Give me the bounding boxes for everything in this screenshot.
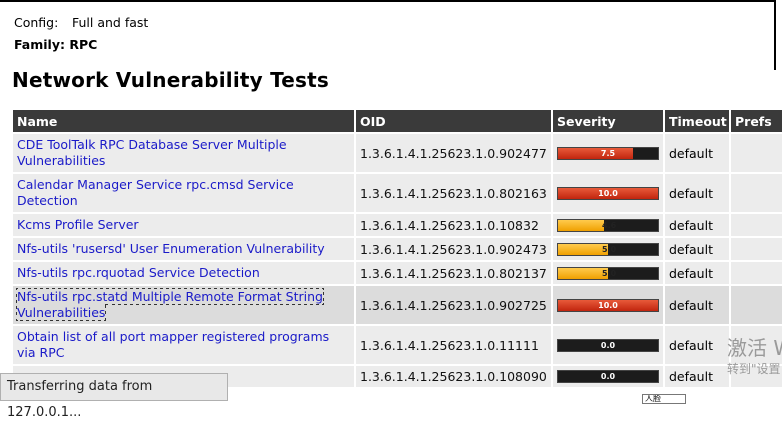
severity-cell: 4.6: [553, 214, 663, 236]
prefs-cell: [731, 174, 782, 212]
status-bar: Transferring data from 127.0.0.1...: [0, 373, 228, 420]
col-header-prefs[interactable]: Prefs: [731, 110, 782, 132]
severity-value: 5.0: [602, 268, 617, 278]
timeout-cell: default: [665, 214, 729, 236]
severity-cell: 10.0: [553, 286, 663, 324]
timeout-cell: default: [665, 262, 729, 284]
nvt-link[interactable]: CDE ToolTalk RPC Database Server Multipl…: [17, 137, 287, 168]
severity-bar: 5.0: [557, 242, 659, 256]
severity-cell: 5.0: [553, 238, 663, 260]
table-row: Obtain list of all port mapper registere…: [13, 326, 782, 364]
prefs-cell: [731, 262, 782, 284]
nvt-link[interactable]: Nfs-utils rpc.statd Multiple Remote Form…: [16, 288, 324, 321]
prefs-cell: [731, 286, 782, 324]
prefs-cell: [731, 214, 782, 236]
nvt-link[interactable]: Calendar Manager Service rpc.cmsd Servic…: [17, 177, 294, 208]
right-border: [774, 0, 776, 70]
table-row: CDE ToolTalk RPC Database Server Multipl…: [13, 134, 782, 172]
activation-watermark-sub: 转到"设置: [727, 362, 781, 376]
severity-bar: 10.0: [557, 186, 659, 200]
table-row: Kcms Profile Server 1.3.6.1.4.1.25623.1.…: [13, 214, 782, 236]
severity-cell: 5.0: [553, 262, 663, 284]
prefs-cell: [731, 134, 782, 172]
table-row: Nfs-utils rpc.rquotad Service Detection …: [13, 262, 782, 284]
severity-bar: 10.0: [557, 298, 659, 312]
activation-watermark: 激活 W: [727, 336, 782, 360]
nvt-name-cell: Nfs-utils rpc.statd Multiple Remote Form…: [13, 286, 354, 324]
timeout-cell: default: [665, 366, 729, 387]
nvt-link[interactable]: Nfs-utils 'rusersd' User Enumeration Vul…: [17, 241, 325, 256]
col-header-oid[interactable]: OID: [356, 110, 551, 132]
col-header-severity[interactable]: Severity: [553, 110, 663, 132]
nvt-name-cell: Obtain list of all port mapper registere…: [13, 326, 354, 364]
timeout-cell: default: [665, 326, 729, 364]
severity-value: 7.5: [600, 148, 616, 158]
col-header-timeout[interactable]: Timeout: [665, 110, 729, 132]
family-value: RPC: [69, 37, 98, 52]
timeout-cell: default: [665, 174, 729, 212]
severity-value: 10.0: [598, 300, 618, 310]
nvt-link[interactable]: Kcms Profile Server: [17, 217, 139, 232]
nvt-link[interactable]: Obtain list of all port mapper registere…: [17, 329, 329, 360]
prefs-cell: [731, 238, 782, 260]
severity-cell: 7.5: [553, 134, 663, 172]
oid-cell: 1.3.6.1.4.1.25623.1.0.10832: [356, 214, 551, 236]
nvt-name-cell: Nfs-utils rpc.rquotad Service Detection: [13, 262, 354, 284]
page-title: Network Vulnerability Tests: [12, 68, 329, 92]
oid-cell: 1.3.6.1.4.1.25623.1.0.902473: [356, 238, 551, 260]
severity-value: 10.0: [598, 188, 618, 198]
severity-bar: 0.0: [557, 370, 659, 383]
severity-bar: 5.0: [557, 266, 659, 280]
severity-cell: 10.0: [553, 174, 663, 212]
oid-cell: 1.3.6.1.4.1.25623.1.0.802163: [356, 174, 551, 212]
severity-value: 0.0: [600, 372, 616, 381]
oid-cell: 1.3.6.1.4.1.25623.1.0.802137: [356, 262, 551, 284]
config-label: Config:: [14, 15, 59, 30]
timeout-cell: default: [665, 238, 729, 260]
top-border: [0, 0, 774, 2]
table-header-row: Name OID Severity Timeout Prefs: [13, 110, 782, 132]
table-row: Calendar Manager Service rpc.cmsd Servic…: [13, 174, 782, 212]
severity-value: 0.0: [600, 340, 616, 350]
oid-cell: 1.3.6.1.4.1.25623.1.0.108090: [356, 366, 551, 387]
family-label: Family:: [14, 37, 65, 52]
severity-cell: 0.0: [553, 326, 663, 364]
severity-bar: 7.5: [557, 146, 659, 160]
nvt-name-cell: CDE ToolTalk RPC Database Server Multipl…: [13, 134, 354, 172]
timeout-cell: default: [665, 286, 729, 324]
tooltip-fragment: 人脸: [642, 394, 686, 404]
table-row: Nfs-utils rpc.statd Multiple Remote Form…: [13, 286, 782, 324]
oid-cell: 1.3.6.1.4.1.25623.1.0.902725: [356, 286, 551, 324]
nvt-name-cell: Calendar Manager Service rpc.cmsd Servic…: [13, 174, 354, 212]
family-line: Family: RPC: [14, 37, 97, 52]
severity-cell: 0.0: [553, 366, 663, 387]
severity-bar: 4.6: [557, 218, 659, 232]
col-header-name[interactable]: Name: [13, 110, 354, 132]
nvt-link[interactable]: Nfs-utils rpc.rquotad Service Detection: [17, 265, 260, 280]
severity-bar: 0.0: [557, 338, 659, 352]
config-value: Full and fast: [71, 15, 149, 30]
severity-value: 4.6: [602, 220, 617, 230]
config-line: Config: Full and fast: [14, 15, 148, 30]
nvt-table: Name OID Severity Timeout Prefs CDE Tool…: [11, 108, 782, 389]
oid-cell: 1.3.6.1.4.1.25623.1.0.11111: [356, 326, 551, 364]
severity-value: 5.0: [602, 244, 617, 254]
oid-cell: 1.3.6.1.4.1.25623.1.0.902477: [356, 134, 551, 172]
timeout-cell: default: [665, 134, 729, 172]
table-row: Nfs-utils 'rusersd' User Enumeration Vul…: [13, 238, 782, 260]
nvt-name-cell: Nfs-utils 'rusersd' User Enumeration Vul…: [13, 238, 354, 260]
nvt-name-cell: Kcms Profile Server: [13, 214, 354, 236]
